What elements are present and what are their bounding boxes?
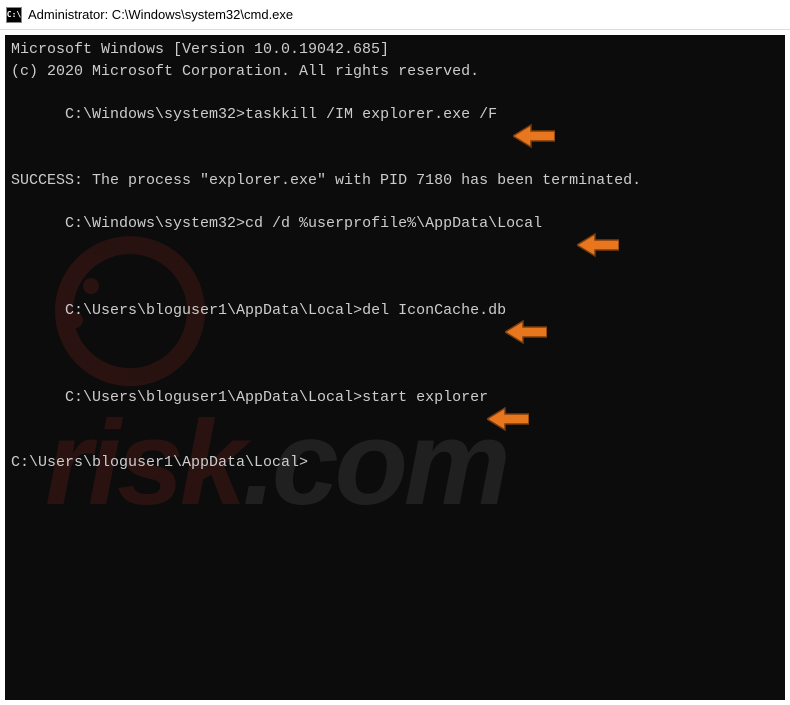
terminal-line: SUCCESS: The process "explorer.exe" with… [11, 170, 779, 192]
terminal-line: C:\Windows\system32>cd /d %userprofile%\… [11, 191, 779, 278]
annotation-arrow-icon [487, 362, 529, 388]
terminal-line: C:\Users\bloguser1\AppData\Local>del Ico… [11, 278, 779, 365]
terminal-line: (c) 2020 Microsoft Corporation. All righ… [11, 61, 779, 83]
annotation-arrow-icon [505, 275, 547, 301]
terminal-line: Microsoft Windows [Version 10.0.19042.68… [11, 39, 779, 61]
cmd-icon: C:\ [6, 7, 22, 23]
terminal-body[interactable]: risk.com Microsoft Windows [Version 10.0… [5, 35, 785, 700]
terminal-line: C:\Users\bloguser1\AppData\Local> [11, 452, 779, 474]
terminal-line: C:\Windows\system32>taskkill /IM explore… [11, 83, 779, 170]
titlebar[interactable]: C:\ Administrator: C:\Windows\system32\c… [0, 0, 790, 30]
window-title: Administrator: C:\Windows\system32\cmd.e… [28, 7, 293, 22]
annotation-arrow-icon [513, 80, 555, 106]
terminal-line: C:\Users\bloguser1\AppData\Local>start e… [11, 365, 779, 452]
cmd-window: C:\ Administrator: C:\Windows\system32\c… [0, 0, 790, 705]
annotation-arrow-icon [577, 188, 619, 214]
